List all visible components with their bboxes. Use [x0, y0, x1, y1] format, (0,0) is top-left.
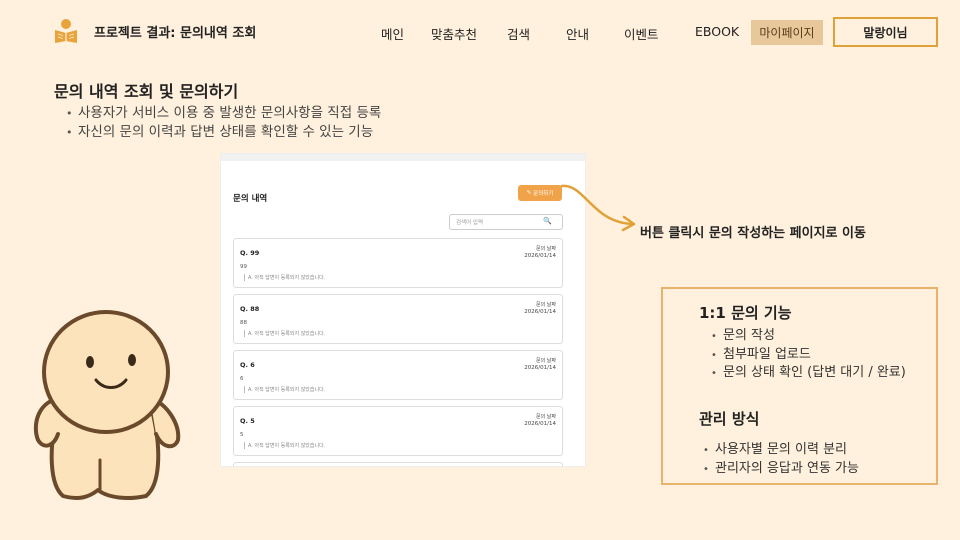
inquiry-number: Q. 5: [240, 417, 255, 425]
write-inquiry-button[interactable]: ✎ 문의하기: [518, 185, 562, 201]
nav-main[interactable]: 메인: [381, 24, 404, 43]
section-bullet: 자신의 문의 이력과 답변 상태를 확인할 수 있는 기능: [66, 123, 381, 142]
nav-recommend[interactable]: 맞춤추천: [431, 24, 477, 43]
mascot-character-icon: [33, 310, 181, 500]
inquiry-card[interactable]: Q. 5 5 A. 아직 답변이 등록되지 않았습니다. 문의 날짜 2026/…: [233, 406, 563, 456]
arrow-caption: 버튼 클릭시 문의 작성하는 페이지로 이동: [640, 226, 866, 241]
inquiry-card[interactable]: [233, 462, 563, 466]
book-reader-logo-icon: [55, 19, 77, 43]
inquiry-date: 2026/01/14: [524, 365, 556, 371]
section-title: 문의 내역 조회 및 문의하기: [54, 82, 239, 101]
inquiry-date: 2026/01/14: [524, 421, 556, 427]
info-heading-feature: 1:1 문의 기능: [699, 304, 792, 322]
inquiry-date-label: 문의 날짜: [536, 246, 556, 252]
management-list: 사용자별 문의 이력 분리 관리자의 응답과 연동 가능: [703, 441, 859, 478]
inquiry-answer: A. 아직 답변이 등록되지 않았습니다.: [244, 442, 325, 449]
feature-list-item: 첨부파일 업로드: [711, 346, 906, 365]
nav-guide[interactable]: 안내: [566, 24, 589, 43]
inquiry-date-label: 문의 날짜: [536, 358, 556, 364]
search-icon[interactable]: 🔍: [543, 217, 552, 225]
inquiry-date: 2026/01/14: [524, 253, 556, 259]
inquiry-answer: A. 아직 답변이 등록되지 않았습니다.: [244, 330, 325, 337]
nav-event[interactable]: 이벤트: [624, 24, 659, 43]
feature-list-item: 문의 작성: [711, 327, 906, 346]
pencil-icon: ✎: [526, 190, 532, 196]
inquiry-card[interactable]: Q. 6 6 A. 아직 답변이 등록되지 않았습니다. 문의 날짜 2026/…: [233, 350, 563, 400]
nav-mypage[interactable]: 마이페이지: [751, 20, 823, 45]
inquiry-date-label: 문의 날짜: [536, 414, 556, 420]
section-bullet: 사용자가 서비스 이용 중 발생한 문의사항을 직접 등록: [66, 104, 381, 123]
inquiry-page-screenshot: 문의 내역 ✎ 문의하기 검색어 입력 🔍 Q. 99 99 A. 아직 답변이…: [220, 153, 586, 467]
search-input[interactable]: 검색어 입력 🔍: [449, 214, 563, 230]
section-bullets: 사용자가 서비스 이용 중 발생한 문의사항을 직접 등록 자신의 문의 이력과…: [66, 104, 381, 142]
screenshot-topbar: [221, 154, 585, 161]
inquiry-content: 99: [240, 264, 247, 270]
inquiry-number: Q. 88: [240, 305, 260, 313]
project-title: 프로젝트 결과: 문의내역 조회: [94, 26, 257, 41]
inquiry-answer: A. 아직 답변이 등록되지 않았습니다.: [244, 386, 325, 393]
inquiry-card[interactable]: Q. 99 99 A. 아직 답변이 등록되지 않았습니다. 문의 날짜 202…: [233, 238, 563, 288]
info-heading-management: 관리 방식: [699, 410, 760, 428]
write-inquiry-label: 문의하기: [533, 191, 554, 197]
management-list-item: 사용자별 문의 이력 분리: [703, 441, 859, 460]
inquiry-list-title: 문의 내역: [233, 194, 268, 204]
feature-list: 문의 작성 첨부파일 업로드 문의 상태 확인 (답변 대기 / 완료): [711, 327, 906, 383]
inquiry-content: 6: [240, 376, 244, 382]
feature-info-box: 1:1 문의 기능 문의 작성 첨부파일 업로드 문의 상태 확인 (답변 대기…: [661, 287, 938, 485]
inquiry-answer: A. 아직 답변이 등록되지 않았습니다.: [244, 274, 325, 281]
inquiry-date-label: 문의 날짜: [536, 302, 556, 308]
search-placeholder: 검색어 입력: [456, 220, 484, 226]
inquiry-number: Q. 6: [240, 361, 255, 369]
user-button[interactable]: 말랑이님: [833, 17, 938, 47]
inquiry-date: 2026/01/14: [524, 309, 556, 315]
nav-search[interactable]: 검색: [507, 24, 530, 43]
feature-list-item: 문의 상태 확인 (답변 대기 / 완료): [711, 364, 906, 383]
inquiry-content: 88: [240, 320, 247, 326]
curved-arrow-icon: [560, 184, 636, 232]
inquiry-card[interactable]: Q. 88 88 A. 아직 답변이 등록되지 않았습니다. 문의 날짜 202…: [233, 294, 563, 344]
nav-ebook[interactable]: EBOOK: [695, 24, 739, 39]
management-list-item: 관리자의 응답과 연동 가능: [703, 460, 859, 479]
inquiry-content: 5: [240, 432, 244, 438]
inquiry-number: Q. 99: [240, 249, 260, 257]
